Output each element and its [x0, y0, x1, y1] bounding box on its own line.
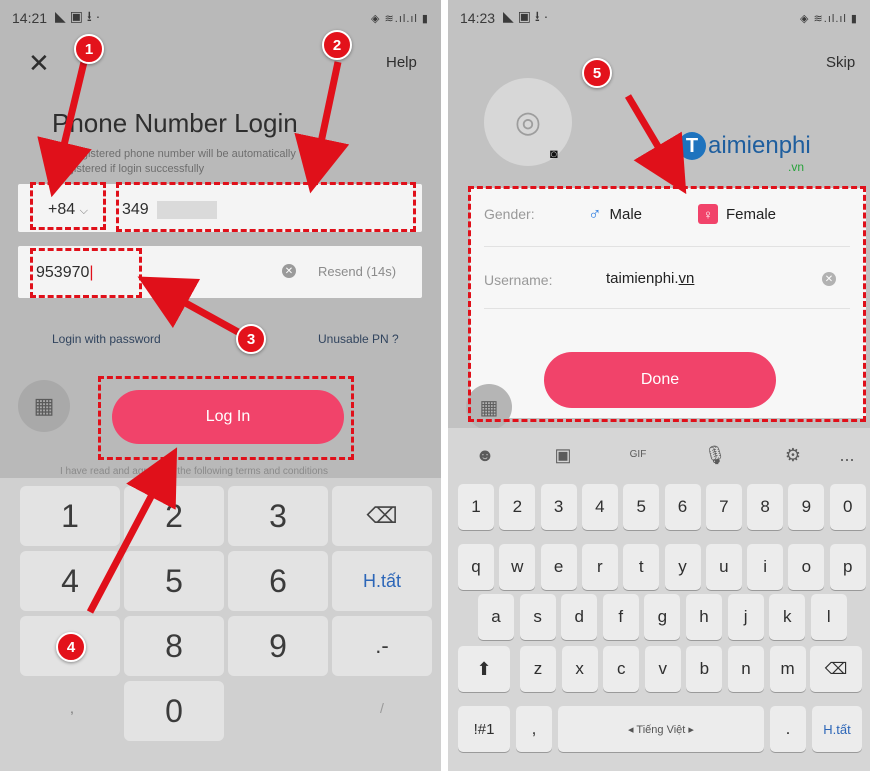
step-badge-2: 2: [322, 30, 352, 60]
arrow-1: [37, 61, 92, 198]
arrow-2: [294, 61, 350, 194]
annotation-arrows: [37, 61, 687, 614]
arrow-4: [86, 447, 178, 614]
arrow-3: [137, 276, 240, 336]
arrow-5: [624, 94, 687, 195]
step-badge-4: 4: [56, 632, 86, 662]
step-badge-5: 5: [582, 58, 612, 88]
step-badge-1: 1: [74, 34, 104, 64]
step-badge-3: 3: [236, 324, 266, 354]
